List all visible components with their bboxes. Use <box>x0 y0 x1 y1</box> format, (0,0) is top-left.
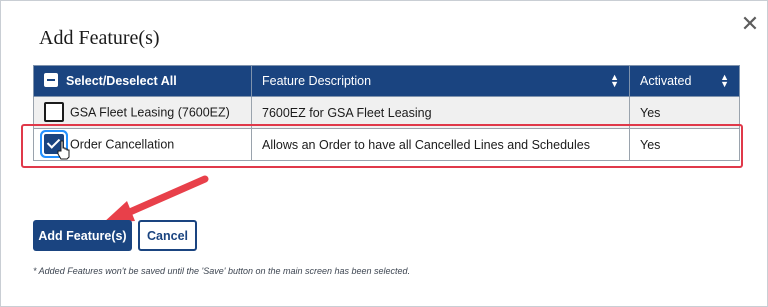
select-all-header[interactable]: Select/Deselect All <box>33 65 252 97</box>
activated-header[interactable]: Activated ▲ ▼ <box>629 65 740 97</box>
table-row[interactable]: Order Cancellation Allows an Order to ha… <box>33 128 740 161</box>
footnote: * Added Features won't be saved until th… <box>33 266 411 276</box>
cancel-button[interactable]: Cancel <box>138 220 197 251</box>
feature-checkbox[interactable] <box>44 101 64 122</box>
activated-cell: Yes <box>629 96 740 129</box>
feature-checkbox[interactable] <box>44 133 64 154</box>
sort-icon[interactable]: ▲ ▼ <box>610 73 619 89</box>
feature-description-cell: 7600EZ for GSA Fleet Leasing <box>251 96 630 129</box>
description-header-label: Feature Description <box>262 74 372 88</box>
features-table: Select/Deselect All Feature Description … <box>33 65 740 161</box>
table-header-row: Select/Deselect All Feature Description … <box>33 65 740 97</box>
activated-cell: Yes <box>629 128 740 161</box>
dialog-title: Add Feature(s) <box>39 27 160 49</box>
select-all-label: Select/Deselect All <box>66 73 177 88</box>
sort-icon[interactable]: ▲ ▼ <box>720 73 729 89</box>
feature-description-cell: Allows an Order to have all Cancelled Li… <box>251 128 630 161</box>
add-feature-dialog: Add Feature(s) ✕ Select/Deselect All Fea… <box>0 0 768 307</box>
close-icon[interactable]: ✕ <box>739 13 761 35</box>
description-header[interactable]: Feature Description ▲ ▼ <box>251 65 630 97</box>
add-features-button[interactable]: Add Feature(s) <box>33 220 132 251</box>
activated-header-label: Activated <box>640 74 692 88</box>
table-row[interactable]: GSA Fleet Leasing (7600EZ) 7600EZ for GS… <box>33 96 740 129</box>
deselect-all-icon[interactable] <box>44 73 58 88</box>
feature-name: GSA Fleet Leasing (7600EZ) <box>70 104 230 119</box>
feature-name-cell: GSA Fleet Leasing (7600EZ) <box>33 96 252 129</box>
feature-name-cell: Order Cancellation <box>33 128 252 161</box>
feature-name: Order Cancellation <box>70 136 175 151</box>
